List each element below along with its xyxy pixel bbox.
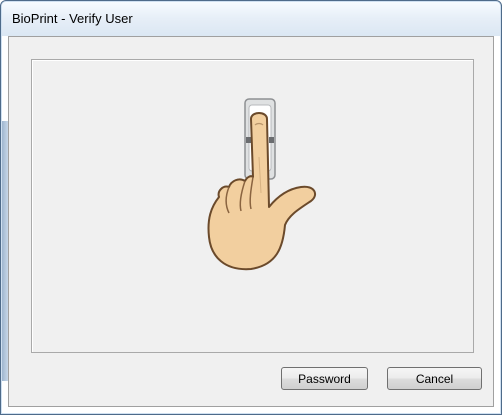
fingerprint-scanner-hand-icon [207, 98, 317, 271]
dialog-window: BioPrint - Verify User Password Cancel [0, 0, 502, 415]
title-bar[interactable]: BioPrint - Verify User [2, 2, 500, 36]
cancel-button[interactable]: Cancel [387, 367, 482, 390]
illustration-panel [31, 59, 474, 353]
window-title: BioPrint - Verify User [12, 11, 133, 26]
password-button[interactable]: Password [281, 367, 368, 390]
hand [207, 112, 317, 271]
dialog-client-area: Password Cancel [8, 36, 494, 407]
